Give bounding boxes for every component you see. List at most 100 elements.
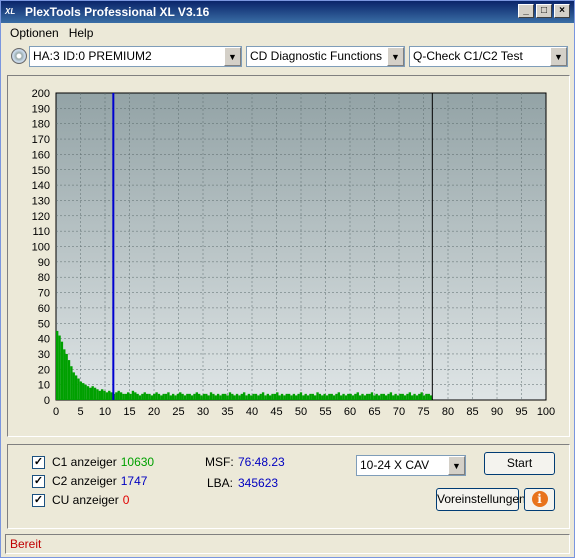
x-tick-label: 40 [246, 406, 258, 418]
c1-bar [124, 393, 128, 400]
c1-bar [340, 395, 343, 400]
c1-bar [72, 372, 75, 400]
c1-bar [150, 395, 154, 400]
c1-bar [375, 393, 378, 400]
y-tick-label: 20 [38, 364, 50, 376]
drive-select[interactable]: HA:3 ID:0 PREMIUM2 ▼ [29, 46, 242, 67]
c1-bar [318, 393, 322, 400]
c1-bar [100, 389, 104, 400]
x-tick-label: 95 [515, 406, 527, 418]
maximize-button[interactable]: □ [536, 4, 552, 18]
c1-bar [347, 393, 350, 400]
x-tick-label: 65 [368, 406, 380, 418]
c1-bar [427, 393, 430, 400]
c1-bar [127, 392, 130, 400]
c1-bar [216, 393, 220, 400]
c1-bar [58, 335, 61, 400]
chevron-down-icon[interactable]: ▼ [387, 47, 404, 66]
c1-bar [278, 395, 281, 400]
c1-bar [205, 393, 208, 400]
c1-bar [252, 393, 255, 400]
c1-bar [238, 395, 241, 400]
c1-bar [295, 395, 298, 400]
c1-bar [316, 392, 319, 400]
x-tick-label: 70 [393, 406, 405, 418]
chevron-down-icon[interactable]: ▼ [224, 47, 241, 66]
c1-bar [219, 395, 222, 400]
c1-bar [82, 383, 85, 400]
c1-bar [335, 393, 338, 400]
c1-bar [366, 393, 369, 400]
menu-bar: Optionen Help [1, 23, 574, 42]
c1-bar [415, 395, 419, 400]
c1-bar [363, 395, 367, 400]
lba-label: LBA: [207, 476, 234, 490]
x-tick-label: 85 [466, 406, 478, 418]
c1-bar [358, 395, 362, 400]
speed-select-value: 10-24 X CAV [360, 458, 430, 472]
c1-bar [257, 395, 260, 400]
c1-bar [200, 395, 203, 400]
speed-select[interactable]: 10-24 X CAV ▼ [356, 455, 466, 476]
c1-bar [145, 393, 149, 400]
c1-bar [138, 395, 142, 400]
c1-bar [280, 393, 284, 400]
x-tick-label: 50 [295, 406, 307, 418]
test-select[interactable]: Q-Check C1/C2 Test ▼ [409, 46, 568, 67]
c1-bar [131, 390, 135, 400]
drive-select-value: HA:3 ID:0 PREMIUM2 [33, 49, 152, 63]
cu-checkbox[interactable]: ✓ [32, 493, 45, 507]
c1-bar [148, 393, 151, 400]
settings-button[interactable]: Voreinstellungen [436, 488, 526, 511]
c1-bar [79, 381, 83, 400]
c2-row: ✓ C2 anzeiger 1747 [32, 473, 147, 489]
chart-frame: 0 10 20 30 40 50 60 70 80 90 100 110 120 130 140 150 160… [7, 75, 570, 437]
chevron-down-icon[interactable]: ▼ [550, 47, 567, 66]
c1-checkbox[interactable]: ✓ [32, 455, 45, 469]
status-bar: Bereit [5, 534, 570, 554]
c2-value: 1747 [120, 474, 148, 488]
msf-label: MSF: [205, 455, 234, 469]
c1-bar [250, 395, 253, 400]
c1-bar [98, 390, 101, 400]
c1-bar [394, 393, 397, 400]
c1-bar [167, 392, 170, 400]
c1-bar [169, 395, 172, 400]
y-tick-label: 180 [32, 119, 50, 131]
x-tick-label: 60 [344, 406, 356, 418]
chevron-down-icon[interactable]: ▼ [448, 456, 465, 475]
c1-bar [266, 393, 270, 400]
cd-drive-icon [11, 48, 27, 64]
menu-optionen[interactable]: Optionen [5, 26, 64, 40]
c1-bar [122, 393, 125, 400]
c1-bar [190, 395, 194, 400]
c1-bar [413, 393, 416, 400]
c1-bar [141, 393, 144, 400]
c1-bar [221, 393, 225, 400]
c1-bar [425, 393, 428, 400]
c1-row: ✓ C1 anzeiger 10630 [32, 454, 154, 470]
msf-value: 76:48.23 [238, 455, 285, 469]
c2-checkbox[interactable]: ✓ [32, 474, 45, 488]
minimize-button[interactable]: _ [518, 4, 534, 18]
c1-bar [254, 393, 258, 400]
y-tick-label: 100 [32, 242, 50, 254]
c1-bar [328, 393, 331, 400]
close-button[interactable]: × [554, 4, 570, 18]
menu-help[interactable]: Help [64, 26, 99, 40]
info-button[interactable]: i [524, 488, 555, 511]
c1-bar [89, 387, 92, 400]
y-tick-label: 140 [32, 180, 50, 192]
c1-bar [91, 386, 94, 400]
c1-bar [245, 395, 248, 400]
c1-c2-chart: 0102030405060708090100110120130140150160… [32, 88, 556, 418]
function-select-value: CD Diagnostic Functions [250, 49, 383, 63]
c1-bar [396, 395, 400, 400]
function-select[interactable]: CD Diagnostic Functions ▼ [246, 46, 405, 67]
c1-bar [418, 393, 421, 400]
start-button[interactable]: Start [484, 452, 555, 475]
app-logo-icon: XL [5, 7, 16, 16]
c1-bar [283, 395, 286, 400]
c1-bar [183, 395, 187, 400]
c1-bar [325, 395, 329, 400]
